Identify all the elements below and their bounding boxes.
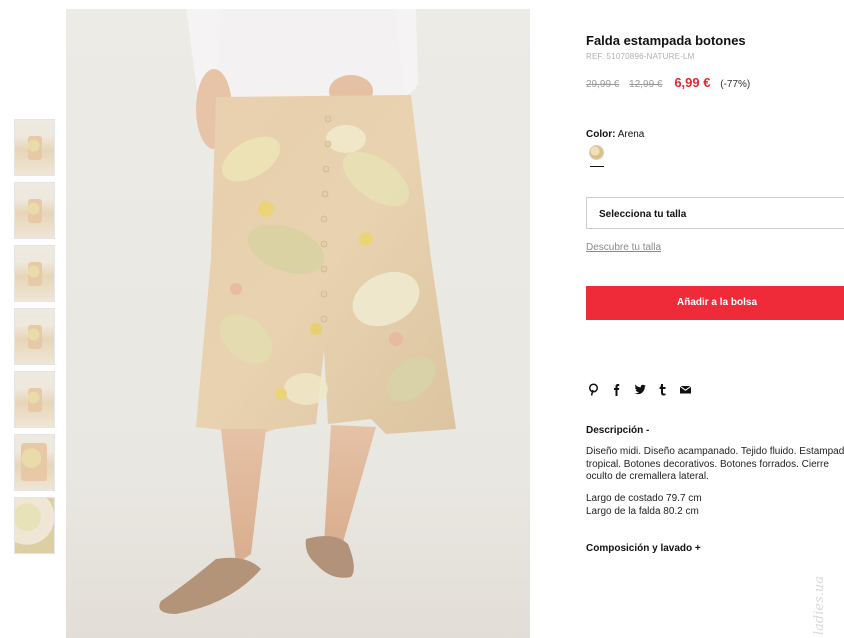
add-to-bag-button[interactable]: Añadir a la bolsa: [586, 286, 844, 320]
watermark: ladies.ua: [812, 575, 827, 635]
discount-badge: (-77%): [720, 79, 751, 90]
size-select-label: Selecciona tu talla: [599, 209, 687, 220]
description-line: Diseño midi. Diseño acampanado. Tejido f…: [586, 446, 844, 457]
description-heading[interactable]: Descripción -: [586, 425, 649, 436]
product-reference: REF. 51070896-NATURE-LM: [586, 52, 695, 61]
size-select[interactable]: Selecciona tu talla: [586, 197, 844, 229]
thumbnail-image[interactable]: [14, 434, 55, 491]
previous-price: 12,99 €: [629, 79, 663, 90]
thumbnail-image[interactable]: [14, 119, 55, 176]
color-label-row: Color: Arena: [586, 129, 644, 140]
description-text: Diseño midi. Diseño acampanado. Tejido f…: [586, 446, 844, 484]
thumbnail-image[interactable]: [14, 371, 55, 428]
price-row: 29,99 € 12,99 € 6,99 € (-77%): [586, 75, 750, 90]
thumbnail-image[interactable]: [14, 497, 55, 554]
twitter-icon[interactable]: [633, 383, 646, 396]
color-value: Arena: [617, 129, 645, 140]
composition-heading[interactable]: Composición y lavado +: [586, 543, 701, 554]
mail-icon[interactable]: [679, 383, 692, 396]
thumbnail-image[interactable]: [14, 308, 55, 365]
original-price: 29,99 €: [586, 79, 620, 90]
thumbnail-gallery: [14, 119, 55, 560]
description-line: oculto de cremallera lateral.: [586, 471, 709, 482]
description-line: tropical. Botones decorativos. Botones f…: [586, 458, 829, 470]
social-share-bar: [587, 383, 692, 396]
thumbnail-image[interactable]: [14, 245, 55, 302]
color-swatch-arena[interactable]: [590, 146, 603, 159]
tumblr-icon[interactable]: [656, 383, 669, 396]
facebook-icon[interactable]: [610, 383, 623, 396]
selected-swatch-indicator: [590, 166, 604, 167]
color-label: Color:: [586, 129, 616, 140]
measure-skirt-length: Largo de la falda 80.2 cm: [586, 506, 699, 517]
pinterest-icon[interactable]: [587, 383, 600, 396]
size-guide-link[interactable]: Descubre tu talla: [586, 242, 661, 253]
product-title: Falda estampada botones: [586, 33, 746, 48]
current-price: 6,99 €: [674, 75, 711, 90]
main-product-image[interactable]: [66, 9, 530, 638]
product-photo: [66, 9, 530, 638]
thumbnail-image[interactable]: [14, 182, 55, 239]
measure-side-length: Largo de costado 79.7 cm: [586, 493, 702, 504]
